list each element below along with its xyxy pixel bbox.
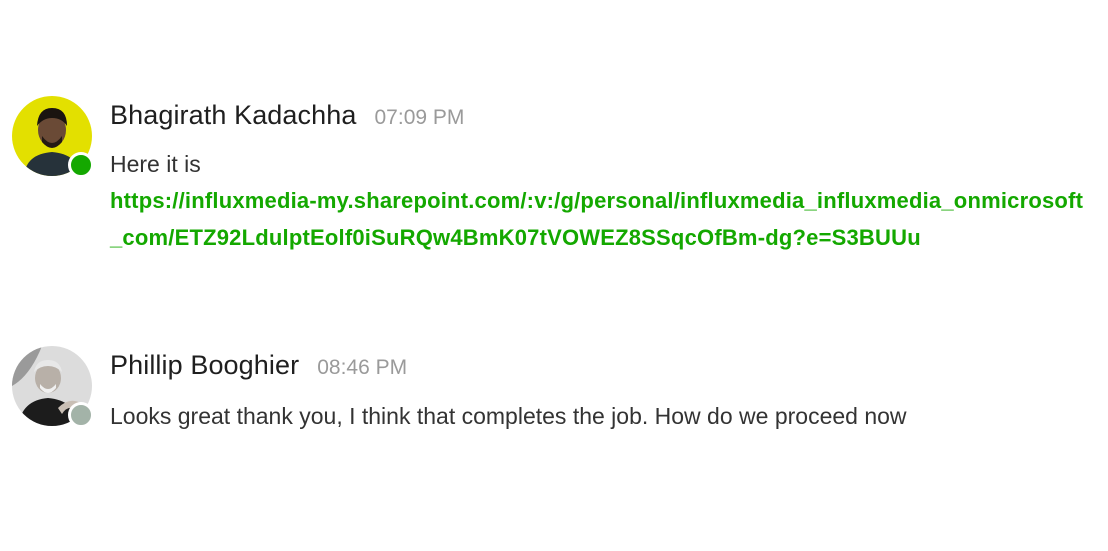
- timestamp: 07:09 PM: [374, 106, 465, 129]
- message-link[interactable]: https://influxmedia-my.sharepoint.com/:v…: [110, 182, 1090, 256]
- message-text: Looks great thank you, I think that comp…: [110, 403, 907, 429]
- sender-name[interactable]: Bhagirath Kadachha: [110, 100, 357, 131]
- avatar-container[interactable]: [12, 346, 94, 428]
- offline-status-icon: [68, 402, 94, 428]
- message-content: Bhagirath Kadachha 07:09 PM Here it is h…: [110, 100, 1102, 256]
- online-status-icon: [68, 152, 94, 178]
- avatar-container[interactable]: [12, 96, 94, 178]
- message-content: Phillip Booghier 08:46 PM Looks great th…: [110, 350, 1102, 430]
- message-text: Here it is: [110, 151, 201, 177]
- sender-name[interactable]: Phillip Booghier: [110, 350, 299, 381]
- message-header: Bhagirath Kadachha 07:09 PM: [110, 100, 1102, 131]
- message-header: Phillip Booghier 08:46 PM: [110, 350, 1102, 381]
- timestamp: 08:46 PM: [317, 356, 408, 379]
